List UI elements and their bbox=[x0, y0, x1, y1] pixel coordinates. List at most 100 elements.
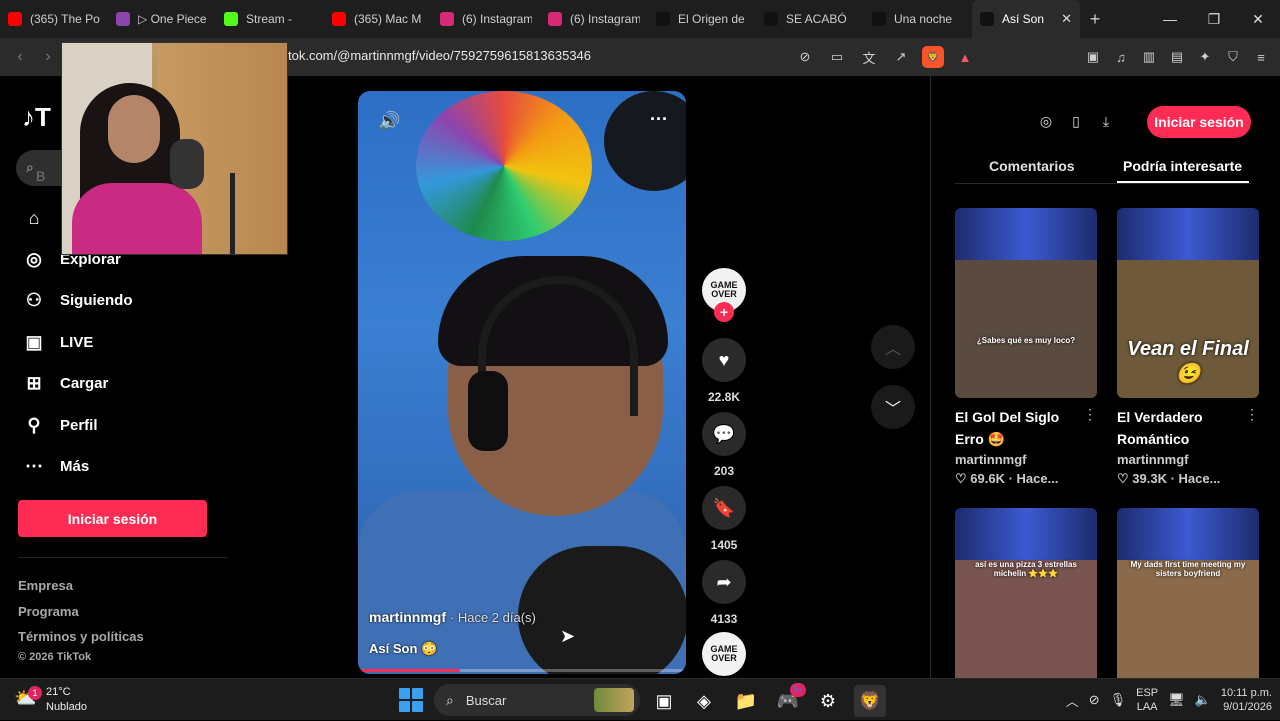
browser-tab[interactable]: (6) Instagram bbox=[540, 0, 648, 38]
bookmark-icon[interactable]: 🔖 bbox=[702, 486, 746, 530]
brave-shields-icon[interactable]: 🦁 bbox=[922, 46, 944, 68]
clock[interactable]: 10:11 p.m. 9/01/2026 bbox=[1221, 686, 1272, 714]
share-icon[interactable]: ↗ bbox=[890, 46, 912, 68]
sidebar-item-ms[interactable]: ⋯ Más bbox=[22, 455, 89, 479]
video-thumbnail[interactable]: My dads first time meeting my sisters bo… bbox=[1117, 508, 1259, 698]
media-icon[interactable]: ♫ bbox=[1110, 46, 1132, 68]
author-name[interactable]: martinnmgf bbox=[369, 609, 446, 625]
brave-browser-icon[interactable]: 🦁 bbox=[854, 685, 886, 717]
tiktok-logo[interactable]: ♪T bbox=[22, 102, 51, 133]
copilot-icon[interactable]: ◈ bbox=[688, 685, 720, 717]
card-author[interactable]: martinnmgf bbox=[1117, 452, 1259, 467]
comment-icon[interactable]: 💬 bbox=[702, 412, 746, 456]
next-video-button[interactable]: ﹀ bbox=[871, 385, 915, 429]
close-tab-icon[interactable]: ✕ bbox=[1057, 11, 1072, 27]
video-thumbnail[interactable]: Vean el Final 😉 bbox=[1117, 208, 1259, 398]
browser-tab[interactable]: (365) The Po bbox=[0, 0, 108, 38]
creator-avatar[interactable]: GAME OVER + bbox=[702, 268, 746, 322]
network-icon[interactable]: 🖥 bbox=[1168, 692, 1185, 708]
maximize-button[interactable]: ❐ bbox=[1192, 0, 1236, 38]
tray-mic-icon[interactable]: 🎙 bbox=[1110, 692, 1127, 708]
browser-tab[interactable]: (365) Mac M bbox=[324, 0, 432, 38]
suggested-video-card[interactable]: así es una pizza 3 estrellas michelin ⭐⭐… bbox=[955, 508, 1097, 698]
previous-video-button[interactable]: ︿ bbox=[871, 325, 915, 369]
card-title[interactable]: El Gol Del Siglo Erro 🤩 bbox=[955, 406, 1083, 450]
discord-icon[interactable]: 🎮 9+ bbox=[772, 683, 806, 717]
language-indicator[interactable]: ESP LAA bbox=[1136, 686, 1158, 714]
video-thumbnail[interactable]: así es una pizza 3 estrellas michelin ⭐⭐… bbox=[955, 508, 1097, 698]
tray-chevron-icon[interactable]: ︿ bbox=[1066, 691, 1079, 710]
card-more-icon[interactable]: ⋮ bbox=[1083, 406, 1097, 450]
tab-suggested[interactable]: Podría interesarte bbox=[1123, 158, 1242, 174]
more-options-icon[interactable]: ··· bbox=[650, 109, 668, 130]
browser-tab[interactable]: ▷ One Piece bbox=[108, 0, 216, 38]
sidebar-item-perfil[interactable]: ⚲ Perfil bbox=[22, 413, 97, 437]
new-tab-button[interactable]: + bbox=[1080, 9, 1110, 30]
browser-tab[interactable]: SE ACABÓ bbox=[756, 0, 864, 38]
suggested-video-card[interactable]: ¿Sabes qué es muy loco? El Gol Del Siglo… bbox=[955, 208, 1097, 487]
volume-icon[interactable]: 🔈 bbox=[1195, 692, 1211, 708]
compass-small-icon[interactable]: ◎ bbox=[1035, 105, 1057, 137]
footer-link[interactable]: Términos y políticas bbox=[18, 629, 144, 644]
wallet-icon[interactable]: ▤ bbox=[1166, 46, 1188, 68]
share-arrow-icon[interactable]: ➦ bbox=[702, 560, 746, 604]
webcam-overlay bbox=[61, 42, 288, 255]
suggested-video-card[interactable]: Vean el Final 😉 El Verdadero Romántico ⋮ … bbox=[1117, 208, 1259, 487]
windows-start-icon[interactable] bbox=[399, 688, 423, 712]
file-explorer-icon[interactable]: 📁 bbox=[730, 685, 762, 717]
browser-tab[interactable]: Stream - bbox=[216, 0, 324, 38]
header-login-button[interactable]: Iniciar sesión bbox=[1147, 106, 1251, 138]
sidebar-toggle-icon[interactable]: ▥ bbox=[1138, 46, 1160, 68]
browser-tab[interactable]: El Origen de bbox=[648, 0, 756, 38]
share-action[interactable]: ➦ 4133 bbox=[702, 560, 746, 626]
tray-mute-icon[interactable]: ⊘ bbox=[1089, 692, 1100, 708]
minimize-button[interactable]: — bbox=[1148, 0, 1192, 38]
youtube-icon bbox=[332, 12, 346, 26]
sidebar-login-button[interactable]: Iniciar sesión bbox=[18, 500, 207, 537]
heart-icon[interactable]: ♥ bbox=[702, 338, 746, 382]
close-window-button[interactable]: ✕ bbox=[1236, 0, 1280, 38]
video-player[interactable]: 🔊 ··· martinnmgf · Hace 2 día(s) Así Son… bbox=[358, 91, 686, 674]
card-author[interactable]: martinnmgf bbox=[955, 452, 1097, 467]
browser-tab[interactable]: (6) Instagram bbox=[432, 0, 540, 38]
footer-link[interactable]: Programa bbox=[18, 604, 79, 619]
sidebar-item-live[interactable]: ▣ LIVE bbox=[22, 330, 93, 354]
comment-action[interactable]: 💬 203 bbox=[702, 412, 746, 478]
footer-link[interactable]: Empresa bbox=[18, 578, 73, 593]
sidebar-item-home[interactable]: ⌂ bbox=[22, 206, 60, 230]
vpn-icon[interactable]: ⛉ bbox=[1222, 46, 1244, 68]
tab-comments[interactable]: Comentarios bbox=[989, 158, 1075, 174]
volume-icon[interactable]: 🔊 bbox=[378, 111, 400, 132]
save-action[interactable]: 🔖 1405 bbox=[702, 486, 746, 552]
mobile-icon[interactable]: ▯ bbox=[1065, 105, 1087, 137]
menu-icon[interactable]: ≡ bbox=[1250, 46, 1272, 68]
weather-widget[interactable]: ⛅ 1 21°C Nublado bbox=[14, 685, 87, 715]
sidebar-item-cargar[interactable]: ⊞ Cargar bbox=[22, 372, 108, 396]
back-arrow-icon[interactable]: ‹ bbox=[6, 48, 34, 66]
translate-icon[interactable]: 文 bbox=[858, 46, 880, 68]
video-thumbnail[interactable]: ¿Sabes qué es muy loco? bbox=[955, 208, 1097, 398]
no-tracking-icon[interactable]: ⊘ bbox=[794, 46, 816, 68]
reader-mode-icon[interactable]: ▣ bbox=[1082, 46, 1104, 68]
download-icon[interactable]: ⤓ bbox=[1095, 105, 1117, 137]
forward-arrow-icon[interactable]: › bbox=[34, 48, 62, 66]
taskbar-search[interactable]: ⌕ Buscar bbox=[434, 684, 640, 716]
task-view-icon[interactable]: ▣ bbox=[648, 685, 680, 717]
card-title[interactable]: El Verdadero Romántico bbox=[1117, 406, 1245, 450]
settings-icon[interactable]: ⚙ bbox=[812, 685, 844, 717]
sidebar-item-label: Siguiendo bbox=[60, 292, 133, 309]
video-progress-bar[interactable] bbox=[358, 669, 686, 672]
browser-tab[interactable]: Así Son ✕ bbox=[972, 0, 1080, 38]
video-author[interactable]: martinnmgf · Hace 2 día(s) bbox=[369, 609, 536, 625]
suggested-video-card[interactable]: My dads first time meeting my sisters bo… bbox=[1117, 508, 1259, 698]
card-more-icon[interactable]: ⋮ bbox=[1245, 406, 1259, 450]
browser-tab[interactable]: Una noche bbox=[864, 0, 972, 38]
follow-plus-icon[interactable]: + bbox=[714, 302, 734, 322]
url-field[interactable]: tok.com/@martinnmgf/video/75927596158136… bbox=[288, 48, 591, 63]
leo-ai-icon[interactable]: ✦ bbox=[1194, 46, 1216, 68]
sidebar-item-siguiendo[interactable]: ⚇ Siguiendo bbox=[22, 289, 133, 313]
cast-icon[interactable]: ▭ bbox=[826, 46, 848, 68]
like-action[interactable]: ♥ 22.8K bbox=[702, 338, 746, 404]
music-avatar[interactable]: GAME OVER bbox=[702, 632, 746, 676]
brave-rewards-icon[interactable]: ▲ bbox=[954, 46, 976, 68]
